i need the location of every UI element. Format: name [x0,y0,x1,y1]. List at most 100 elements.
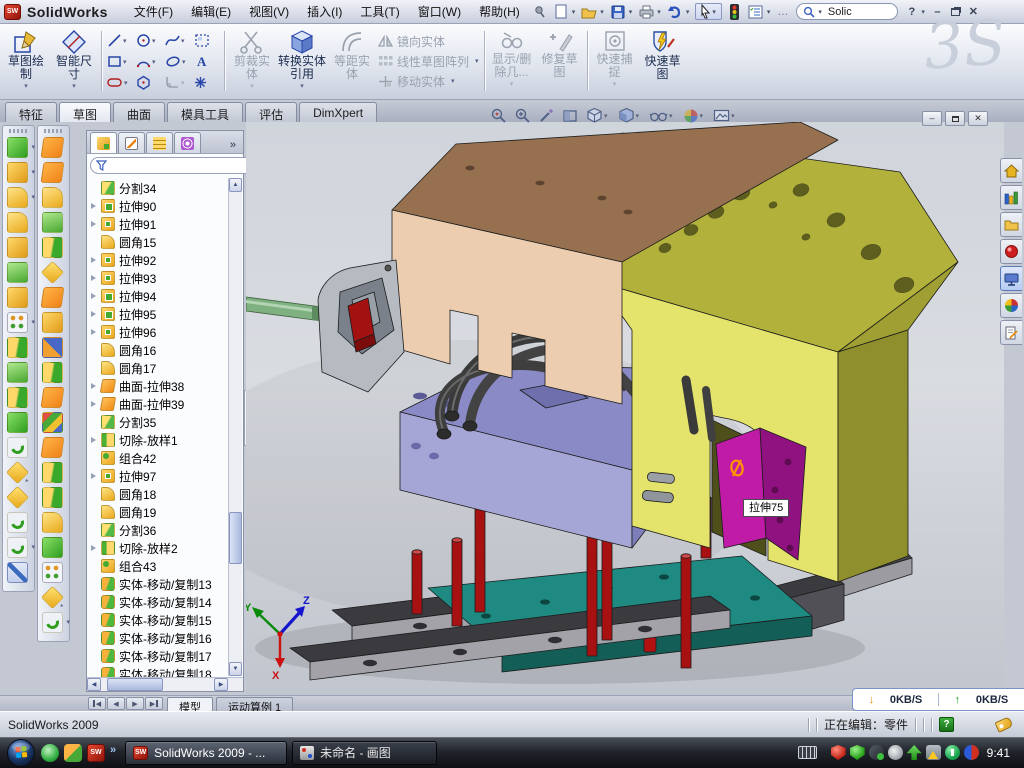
toolbar-icon[interactable] [41,437,65,458]
toolbar-icon[interactable] [42,562,63,583]
new-document-icon[interactable] [551,3,571,21]
toolbar-icon[interactable] [42,312,63,333]
toolbar-icon[interactable] [7,287,28,308]
toolbar-icon[interactable] [7,512,28,533]
tree-item[interactable]: 组合42 [90,449,227,467]
search-input[interactable] [828,6,886,18]
model-tab[interactable]: 运动算例 1 [216,697,293,711]
expand-arrow-icon[interactable] [91,221,99,227]
toolbar-icon[interactable] [41,586,64,609]
scroll-down-arrow[interactable]: ▼ [229,662,242,676]
options-icon[interactable] [746,3,766,21]
toolbar-icon[interactable] [42,187,63,208]
tree-item[interactable]: 实体-移动/复制18 [90,665,227,677]
last-tab-button[interactable]: ▶ [145,697,163,710]
expand-arrow-icon[interactable] [91,257,99,263]
tree-item[interactable]: 分割34 [90,179,227,197]
doc-close-button[interactable]: ✕ [968,111,988,126]
section-view-icon[interactable] [562,108,579,124]
display-style-icon[interactable]: ▾ [618,107,643,124]
toolbar-icon[interactable] [7,387,28,408]
smart-dimension-button[interactable]: 智能尺寸▾ [50,26,98,96]
viewport-canvas[interactable]: Y Z X [246,122,1004,695]
upload-tray-icon[interactable] [907,745,922,760]
hscroll-thumb[interactable] [107,678,163,691]
rectangle-tool[interactable]: ▾ [105,51,134,72]
new-caret-icon[interactable]: ▾ [572,8,576,16]
expand-arrow-icon[interactable] [91,275,99,281]
menu-item[interactable]: 插入(I) [298,0,351,23]
polygon-tool[interactable] [134,72,163,93]
expand-arrow-icon[interactable] [91,473,99,479]
toolbar-icon[interactable] [7,137,28,158]
security-shield-icon[interactable] [850,745,865,760]
start-button[interactable] [6,738,36,768]
toolbar-icon[interactable] [42,237,63,258]
convert-entities-button[interactable]: 转换实体引用▾ [276,26,328,96]
tab-feature-manager[interactable] [90,132,117,153]
offset-entities-button[interactable]: 等距实体 [328,26,376,96]
model-tab[interactable]: 模型 [167,697,213,711]
tree-filter-box[interactable] [90,157,259,174]
toolbar-icon[interactable] [7,337,28,358]
scroll-up-arrow[interactable]: ▲ [229,178,242,192]
tree-item[interactable]: 拉伸95 [90,305,227,323]
save-caret-icon[interactable]: ▾ [629,8,633,16]
toolbar-icon[interactable] [42,212,63,233]
expand-arrow-icon[interactable] [91,401,99,407]
toolbar-icon[interactable] [6,486,29,509]
solidworks-resources-button[interactable] [1000,239,1022,264]
tree-vertical-scrollbar[interactable]: ▲ ▼ [228,178,242,676]
expand-arrow-icon[interactable] [91,203,99,209]
menu-item[interactable]: 帮助(H) [470,0,529,23]
tree-item[interactable]: 拉伸93 [90,269,227,287]
tree-item[interactable]: 拉伸97 [90,467,227,485]
tree-item[interactable]: 圆角15 [90,233,227,251]
undo-icon[interactable] [665,3,685,21]
home-button[interactable] [1000,158,1022,183]
tree-item[interactable]: 拉伸92 [90,251,227,269]
design-library-button[interactable] [1000,185,1022,210]
menu-item[interactable]: 编辑(E) [182,0,240,23]
tree-item[interactable]: 分割35 [90,413,227,431]
ellipse-tool[interactable]: ▾ [163,51,192,72]
expand-arrow-icon[interactable] [91,437,99,443]
search-caret-icon[interactable]: ▾ [818,8,822,16]
toolbar-icon[interactable] [42,337,63,358]
minimize-button[interactable]: – [929,4,946,20]
print-caret-icon[interactable]: ▾ [657,8,661,16]
network-speed-overlay[interactable]: ↓ 0KB/S ↑ 0KB/S [852,688,1024,711]
magic-wand-icon[interactable] [538,107,555,124]
toolbar-icon[interactable] [42,462,63,483]
restore-button[interactable] [947,4,964,20]
tree-item[interactable]: 拉伸91 [90,215,227,233]
keyboard-layout-icon[interactable] [798,746,817,759]
expand-arrow-icon[interactable] [91,545,99,551]
quick-tips-button[interactable]: ? [939,717,954,732]
print-icon[interactable] [636,3,656,21]
toolbar-icon[interactable] [7,262,28,283]
toolbar-icon[interactable] [41,287,65,308]
toolbar-icon[interactable] [42,612,63,633]
tree-item[interactable]: 圆角19 [90,503,227,521]
toolbar-icon[interactable] [41,387,65,408]
rebuild-icon[interactable] [725,3,745,21]
view-palette-button[interactable] [1000,266,1022,291]
toolbar-overflow-icon[interactable]: … [774,4,791,20]
zoom-to-area-icon[interactable] [514,107,531,124]
first-tab-button[interactable]: ◀ [88,697,106,710]
expand-arrow-icon[interactable] [91,311,99,317]
linear-pattern-button[interactable]: 线性草图阵列▾ [378,53,479,70]
expand-arrow-icon[interactable] [91,329,99,335]
point-tool[interactable] [192,72,221,93]
toolbar-icon[interactable] [42,412,63,433]
toolbar-icon[interactable] [7,237,28,258]
tree-item[interactable]: 拉伸90 [90,197,227,215]
ribbon-tab[interactable]: 曲面 [113,102,165,122]
tree-item[interactable]: 切除-放样2 [90,539,227,557]
tree-filter-input[interactable] [111,160,253,172]
apply-scene-icon[interactable]: ▾ [713,108,738,123]
next-tab-button[interactable]: ▶ [126,697,144,710]
taskbar-clock[interactable]: 9:41 [987,746,1010,760]
appearances-button[interactable] [1000,293,1022,318]
